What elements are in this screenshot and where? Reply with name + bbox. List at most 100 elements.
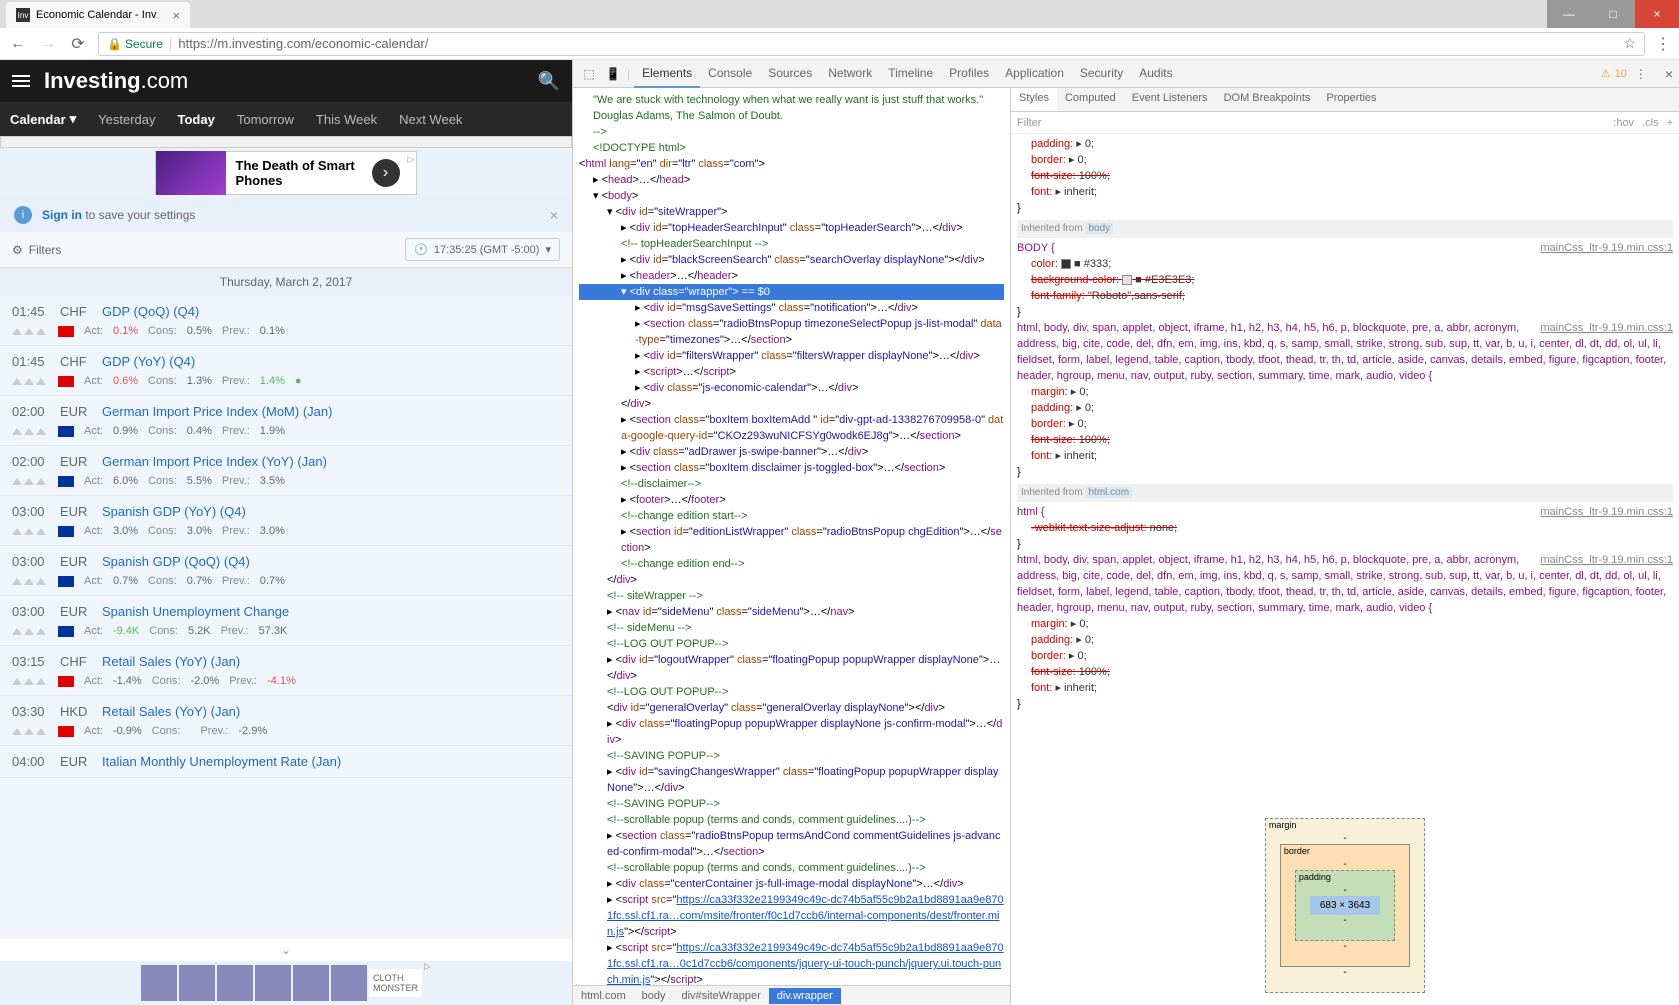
dom-node[interactable]: ▸ <div id="msgSaveSettings" class="notif…: [579, 300, 1004, 316]
dom-node[interactable]: ▸ <section id="editionListWrapper" class…: [579, 524, 1004, 556]
dom-node[interactable]: ▸ <div class="floatingPopup popupWrapper…: [579, 716, 1004, 748]
styles-tab-computed[interactable]: Computed: [1057, 88, 1124, 111]
dom-tree[interactable]: "We are stuck with technology when what …: [573, 88, 1010, 985]
dom-node[interactable]: ▸ <div class="adDrawer js-swipe-banner">…: [579, 444, 1004, 460]
devtools-menu-icon[interactable]: ⋮: [1631, 67, 1651, 81]
calendar-row[interactable]: 04:00 EUR Italian Monthly Unemployment R…: [0, 746, 572, 778]
filters-button[interactable]: ⚙ Filters: [12, 243, 61, 257]
breadcrumb-item[interactable]: div#siteWrapper: [673, 988, 768, 1004]
styles-tab-styles[interactable]: Styles: [1011, 88, 1057, 111]
dom-node[interactable]: ▸ <head>…</head>: [579, 172, 1004, 188]
dom-node[interactable]: <div id="generalOverlay" class="generalO…: [579, 700, 1004, 716]
styles-tab-event-listeners[interactable]: Event Listeners: [1124, 88, 1216, 111]
adchoices-icon[interactable]: ▷: [406, 152, 417, 167]
calendar-row[interactable]: 03:00 EUR Spanish Unemployment Change Ac…: [0, 596, 572, 646]
expand-arrow-icon[interactable]: ⌄: [0, 939, 572, 961]
dom-node[interactable]: <!DOCTYPE html>: [579, 140, 1004, 156]
dom-node[interactable]: ▸ <div id="filtersWrapper" class="filter…: [579, 348, 1004, 364]
breadcrumb-item[interactable]: div.wrapper: [769, 988, 841, 1004]
dom-node[interactable]: ▸ <section class="boxItem disclaimer js-…: [579, 460, 1004, 476]
dom-node[interactable]: </div>: [579, 396, 1004, 412]
add-rule-icon[interactable]: +: [1667, 117, 1673, 129]
styles-body[interactable]: padding: ▸ 0;border: ▸ 0;font-size: 100%…: [1011, 134, 1679, 806]
calendar-row[interactable]: 01:45 CHF GDP (QoQ) (Q4) Act:0.1% Cons:0…: [0, 296, 572, 346]
event-title[interactable]: Retail Sales (YoY) (Jan): [102, 704, 240, 719]
event-title[interactable]: German Import Price Index (MoM) (Jan): [102, 404, 332, 419]
dom-node[interactable]: ▸ <nav id="sideMenu" class="sideMenu">…<…: [579, 604, 1004, 620]
event-title[interactable]: German Import Price Index (YoY) (Jan): [102, 454, 327, 469]
dom-node[interactable]: ▾ <body>: [579, 188, 1004, 204]
dom-node[interactable]: ▸ <footer>…</footer>: [579, 492, 1004, 508]
dom-node[interactable]: <!--SAVING POPUP-->: [579, 748, 1004, 764]
nav-item-this-week[interactable]: This Week: [316, 112, 377, 127]
timezone-button[interactable]: 🕐 17:35:25 (GMT -5:00) ▾: [405, 238, 560, 261]
dom-node[interactable]: <!-- topHeaderSearchInput -->: [579, 236, 1004, 252]
calendar-row[interactable]: 03:30 HKD Retail Sales (YoY) (Jan) Act:-…: [0, 696, 572, 746]
dom-node[interactable]: <!--SAVING POPUP-->: [579, 796, 1004, 812]
dom-node[interactable]: <!--change edition start-->: [579, 508, 1004, 524]
url-input[interactable]: 🔒 Secure | https://m.investing.com/econo…: [98, 32, 1645, 56]
nav-item-today[interactable]: Today: [178, 112, 215, 127]
window-close-button[interactable]: ×: [1635, 0, 1679, 28]
adchoices-icon[interactable]: ▷: [424, 961, 431, 972]
browser-menu-icon[interactable]: ⋮: [1655, 34, 1671, 54]
signin-link[interactable]: Sign in: [42, 208, 82, 222]
dom-node[interactable]: <!--scrollable popup (terms and conds, c…: [579, 860, 1004, 876]
devtools-tab-profiles[interactable]: Profiles: [941, 60, 997, 88]
styles-tab-dom-breakpoints[interactable]: DOM Breakpoints: [1216, 88, 1319, 111]
window-minimize-button[interactable]: —: [1547, 0, 1591, 28]
dom-node[interactable]: ▸ <script src="https://ca33f332e2199349c…: [579, 892, 1004, 940]
devtools-tab-security[interactable]: Security: [1072, 60, 1131, 88]
dom-node[interactable]: <!--LOG OUT POPUP-->: [579, 684, 1004, 700]
dom-node[interactable]: Douglas Adams, The Salmon of Doubt.: [579, 108, 1004, 124]
back-icon[interactable]: ←: [8, 35, 28, 53]
dom-node[interactable]: <!--LOG OUT POPUP-->: [579, 636, 1004, 652]
dom-node[interactable]: ▸ <div id="savingChangesWrapper" class="…: [579, 764, 1004, 796]
dom-node[interactable]: ▸ <div class="js-economic-calendar">…</d…: [579, 380, 1004, 396]
event-title[interactable]: Spanish Unemployment Change: [102, 604, 289, 619]
ad-arrow-icon[interactable]: ›: [372, 159, 400, 187]
event-title[interactable]: GDP (QoQ) (Q4): [102, 304, 199, 319]
styles-filter-input[interactable]: Filter: [1017, 117, 1605, 129]
calendar-row[interactable]: 03:00 EUR Spanish GDP (YoY) (Q4) Act:3.0…: [0, 496, 572, 546]
forward-icon[interactable]: →: [38, 35, 58, 53]
dom-node[interactable]: ▸ <div id="logoutWrapper" class="floatin…: [579, 652, 1004, 684]
dom-node[interactable]: ▸ <div class="centerContainer js-full-im…: [579, 876, 1004, 892]
cls-toggle[interactable]: .cls: [1642, 117, 1659, 129]
box-model[interactable]: margin- border- padding- 683 × 3643- - -: [1011, 806, 1679, 1005]
dom-node[interactable]: <!--scrollable popup (terms and conds, c…: [579, 812, 1004, 828]
dom-node[interactable]: ▾ <div class="wrapper"> == $0: [579, 284, 1004, 300]
dom-node[interactable]: ▸ <section class="boxItem boxItemAdd " i…: [579, 412, 1004, 444]
devtools-tab-console[interactable]: Console: [700, 60, 760, 88]
devtools-tab-application[interactable]: Application: [997, 60, 1072, 88]
warnings-badge[interactable]: ⚠ 10: [1601, 67, 1627, 80]
event-title[interactable]: Italian Monthly Unemployment Rate (Jan): [102, 754, 341, 769]
ad-unit[interactable]: The Death of Smart Phones › ▷: [155, 151, 418, 195]
hov-toggle[interactable]: :hov: [1613, 117, 1634, 129]
dom-node[interactable]: <html lang="en" dir="ltr" class="com">: [579, 156, 1004, 172]
dom-node[interactable]: ▸ <div id="blackScreenSearch" class="sea…: [579, 252, 1004, 268]
calendar-row[interactable]: 03:00 EUR Spanish GDP (QoQ) (Q4) Act:0.7…: [0, 546, 572, 596]
breadcrumb-bar[interactable]: html.combodydiv#siteWrapperdiv.wrapper: [573, 985, 1010, 1005]
dom-node[interactable]: ▸ <div id="topHeaderSearchInput" class="…: [579, 220, 1004, 236]
bookmark-star-icon[interactable]: ☆: [1623, 35, 1636, 52]
breadcrumb-item[interactable]: html.com: [573, 988, 634, 1004]
search-icon[interactable]: 🔍: [538, 71, 560, 92]
devtools-tab-network[interactable]: Network: [820, 60, 880, 88]
nav-item-tomorrow[interactable]: Tomorrow: [237, 112, 294, 127]
breadcrumb-item[interactable]: body: [634, 988, 674, 1004]
dom-node[interactable]: ▸ <section class="radioBtnsPopup termsAn…: [579, 828, 1004, 860]
dom-node[interactable]: "We are stuck with technology when what …: [579, 92, 1004, 108]
dom-node[interactable]: <!-- sideMenu -->: [579, 620, 1004, 636]
event-title[interactable]: Spanish GDP (QoQ) (Q4): [102, 554, 250, 569]
event-title[interactable]: Spanish GDP (YoY) (Q4): [102, 504, 246, 519]
dom-node[interactable]: </div>: [579, 572, 1004, 588]
site-logo[interactable]: Investing.com: [44, 68, 188, 94]
devtools-tab-timeline[interactable]: Timeline: [880, 60, 941, 88]
dom-node[interactable]: <!--change edition end-->: [579, 556, 1004, 572]
calendar-row[interactable]: 01:45 CHF GDP (YoY) (Q4) Act:0.6% Cons:1…: [0, 346, 572, 396]
tab-close-icon[interactable]: ×: [172, 8, 180, 23]
bottom-ad[interactable]: CLOTHMONSTER ▷: [0, 961, 572, 1005]
inspect-icon[interactable]: ⬚: [579, 67, 599, 81]
calendar-list[interactable]: 01:45 CHF GDP (QoQ) (Q4) Act:0.1% Cons:0…: [0, 296, 572, 939]
